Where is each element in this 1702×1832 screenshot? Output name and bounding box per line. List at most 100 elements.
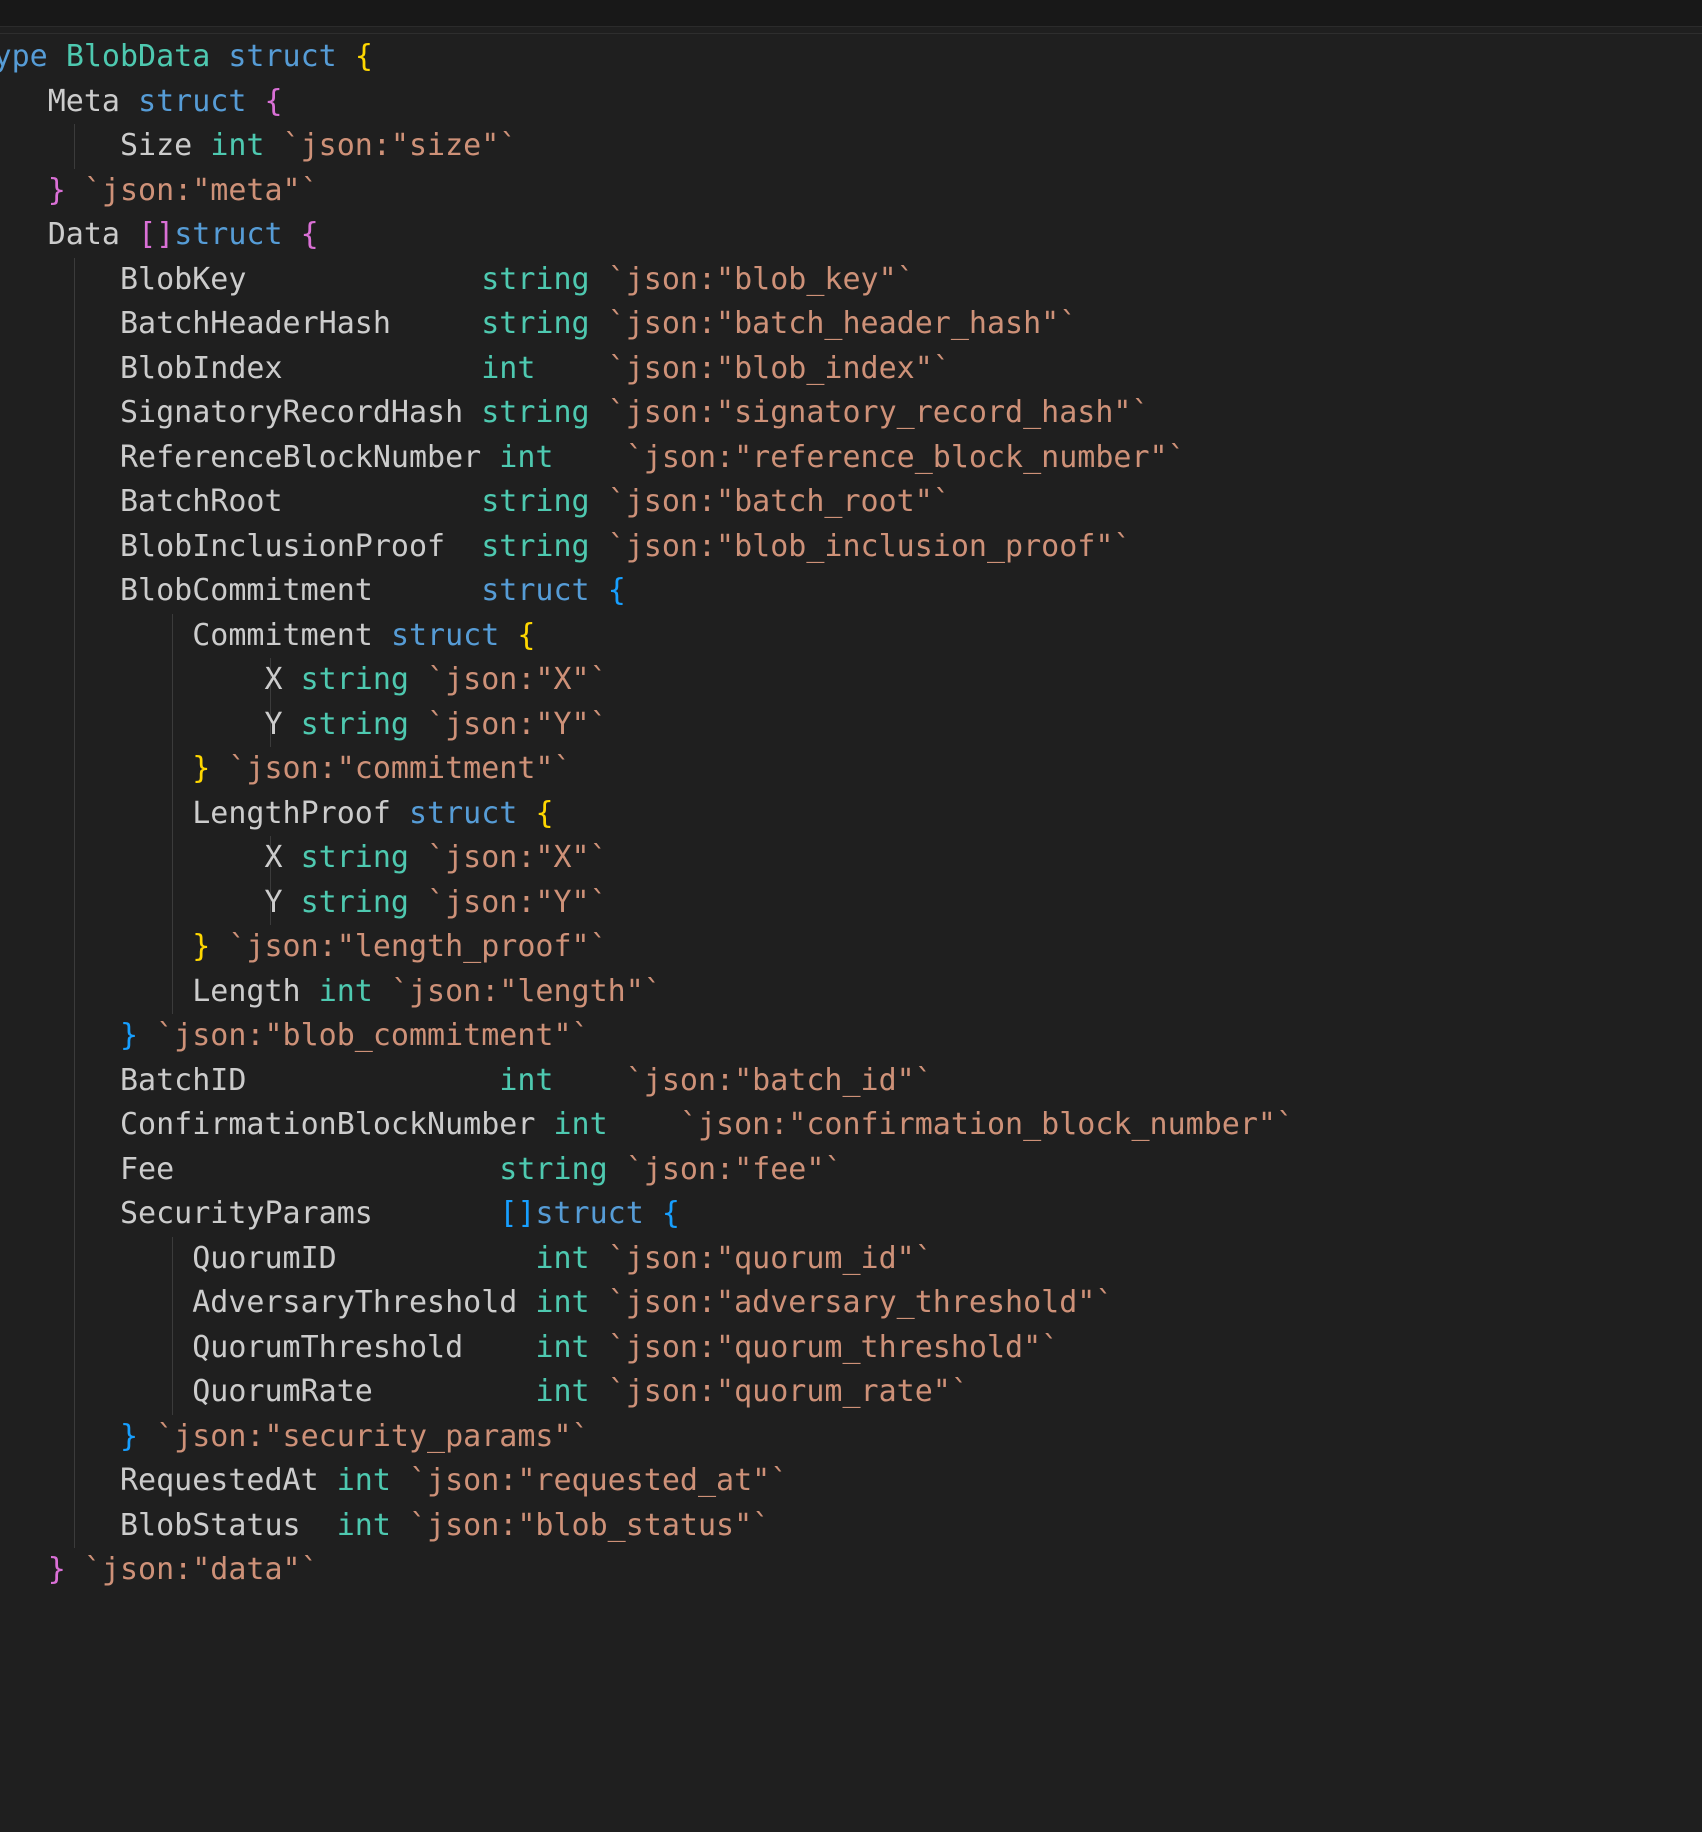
code-line[interactable]: X string `json:"X"` [0, 836, 1702, 881]
code-token-tag: `json:"blob_key"` [607, 261, 915, 297]
code-line[interactable]: ReferenceBlockNumber int `json:"referenc… [0, 435, 1702, 480]
code-line[interactable]: } `json:"security_params"` [0, 1414, 1702, 1459]
code-token-kw: struct [390, 617, 500, 653]
code-line[interactable]: } `json:"commitment"` [0, 747, 1702, 792]
code-line-text: } `json:"data"` [0, 1552, 319, 1587]
code-line[interactable]: SignatoryRecordHash string `json:"signat… [0, 391, 1702, 436]
code-line-text: QuorumThreshold int `json:"quorum_thresh… [0, 1330, 1059, 1365]
code-token-ident: ConfirmationBlockNumber [120, 1107, 536, 1142]
code-token-ident: BlobInclusionProof [120, 528, 446, 564]
code-line[interactable]: Commitment struct { [0, 613, 1702, 658]
code-line[interactable]: BatchID int `json:"batch_id"` [0, 1058, 1702, 1103]
code-line[interactable]: } `json:"length_proof"` [0, 925, 1702, 970]
code-line-text: Y string `json:"Y"` [0, 885, 607, 920]
code-line[interactable]: } `json:"meta"` [0, 169, 1702, 214]
code-token-ident: SignatoryRecordHash [120, 395, 464, 430]
code-line[interactable]: } `json:"blob_commitment"` [0, 1014, 1702, 1059]
code-line[interactable]: QuorumID int `json:"quorum_id"` [0, 1236, 1702, 1281]
code-line[interactable]: BatchRoot string `json:"batch_root"` [0, 480, 1702, 525]
code-token-ident: BlobCommitment [120, 573, 373, 608]
code-line[interactable]: type BlobData struct { [0, 35, 1702, 80]
code-line-text: Data []struct { [0, 217, 319, 252]
code-line-text: BlobKey string `json:"blob_key"` [0, 262, 915, 297]
code-line[interactable]: BlobInclusionProof string `json:"blob_in… [0, 524, 1702, 569]
code-token-kw: struct [481, 573, 590, 608]
code-token-br1: } [47, 172, 66, 208]
code-token-kw: struct [138, 83, 247, 119]
code-line-text: } `json:"blob_commitment"` [0, 1018, 590, 1053]
code-line-text: Fee string `json:"fee"` [0, 1152, 842, 1187]
code-viewport[interactable]: type BlobData struct { Meta struct { Siz… [0, 35, 1702, 1832]
code-token-tag: `json:"batch_root"` [607, 484, 951, 519]
code-token-br1: { [300, 217, 319, 252]
code-line[interactable]: Meta struct { [0, 80, 1702, 125]
code-token-ident: Commitment [192, 617, 373, 653]
code-line[interactable]: Data []struct { [0, 213, 1702, 258]
code-line[interactable]: BatchHeaderHash string `json:"batch_head… [0, 302, 1702, 347]
code-token-br2: { [661, 1196, 680, 1231]
code-token-typ: string [499, 1151, 608, 1187]
code-line[interactable]: AdversaryThreshold int `json:"adversary_… [0, 1281, 1702, 1326]
code-token-typ: int [499, 1062, 554, 1098]
code-line[interactable]: Fee string `json:"fee"` [0, 1147, 1702, 1192]
code-line[interactable]: Size int `json:"size"` [0, 124, 1702, 169]
code-token-br2: [] [499, 1196, 536, 1231]
code-line[interactable]: BlobIndex int `json:"blob_index"` [0, 346, 1702, 391]
code-line[interactable]: QuorumThreshold int `json:"quorum_thresh… [0, 1325, 1702, 1370]
code-token-ident: BatchHeaderHash [120, 306, 391, 341]
code-line[interactable]: } `json:"data"` [0, 1548, 1702, 1593]
code-line-text: Size int `json:"size"` [0, 128, 517, 163]
code-line[interactable]: BlobStatus int `json:"blob_status"` [0, 1503, 1702, 1548]
code-line[interactable]: LengthProof struct { [0, 791, 1702, 836]
code-line[interactable]: X string `json:"X"` [0, 658, 1702, 703]
code-line[interactable]: Y string `json:"Y"` [0, 880, 1702, 925]
code-line[interactable]: SecurityParams []struct { [0, 1192, 1702, 1237]
code-line-text: X string `json:"X"` [0, 662, 607, 697]
code-line-text: BatchHeaderHash string `json:"batch_head… [0, 306, 1077, 341]
code-line[interactable]: BlobKey string `json:"blob_key"` [0, 257, 1702, 302]
code-token-br0: { [354, 39, 373, 74]
code-line[interactable]: QuorumRate int `json:"quorum_rate"` [0, 1370, 1702, 1415]
code-line[interactable]: Length int `json:"length"` [0, 969, 1702, 1014]
code-line[interactable]: ConfirmationBlockNumber int `json:"confi… [0, 1103, 1702, 1148]
code-token-typ: int [535, 1329, 590, 1365]
code-line[interactable]: Y string `json:"Y"` [0, 702, 1702, 747]
code-token-typ: int [553, 1107, 608, 1142]
code-line-text: QuorumID int `json:"quorum_id"` [0, 1241, 933, 1276]
code-line[interactable]: RequestedAt int `json:"requested_at"` [0, 1459, 1702, 1504]
code-line-text: SignatoryRecordHash string `json:"signat… [0, 395, 1150, 430]
code-token-ident: Data [47, 217, 120, 252]
code-token-br2: } [120, 1418, 139, 1454]
code-line[interactable]: BlobCommitment struct { [0, 569, 1702, 614]
